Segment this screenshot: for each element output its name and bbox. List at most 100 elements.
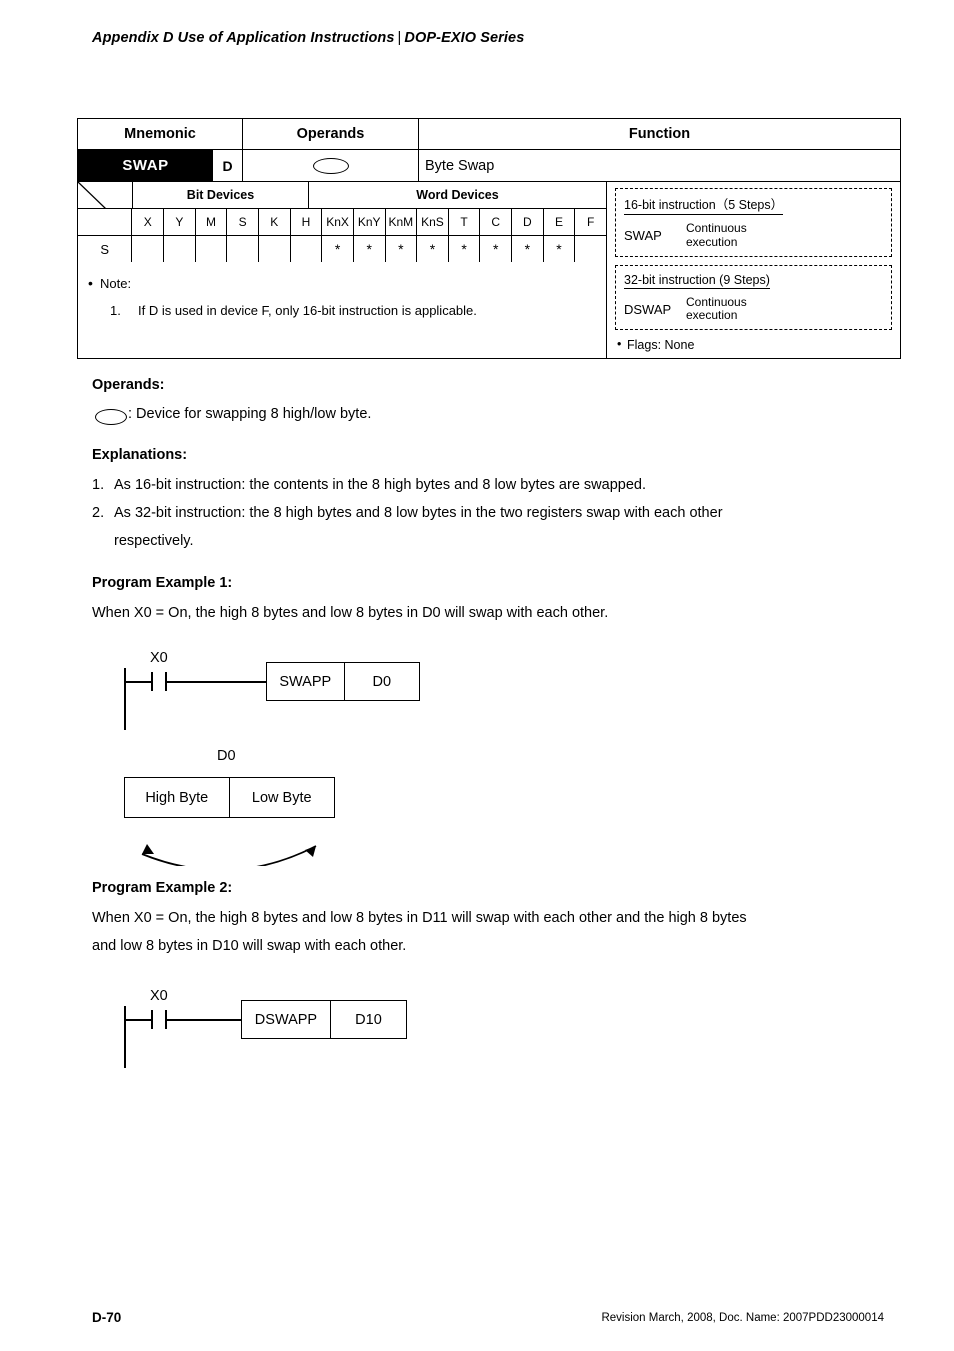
example1-title: Program Example 1:	[92, 575, 233, 591]
explanation-item-1-number: 1.	[92, 477, 105, 493]
example1-instruction-box: SWAPP D0	[266, 662, 420, 701]
header-separator: |	[397, 30, 402, 46]
power-rail	[124, 668, 126, 730]
instruction-16bit-title: 16-bit instruction（5 Steps）	[624, 194, 784, 215]
device-mark-knm: *	[386, 236, 418, 262]
operand-symbol-cell	[243, 150, 419, 181]
operand-letter: D	[213, 150, 243, 181]
device-col-knx: KnX	[322, 209, 354, 235]
example2-instruction-name: DSWAPP	[242, 1001, 331, 1038]
explanation-item-2-text: As 32-bit instruction: the 8 high bytes …	[114, 505, 723, 521]
footer-page-number: D-70	[92, 1310, 122, 1325]
example2-instruction-box: DSWAPP D10	[241, 1000, 407, 1039]
flags-text: Flags: None	[617, 337, 892, 352]
instruction-variants-pane: 16-bit instruction（5 Steps） SWAP Continu…	[607, 182, 900, 358]
device-col-knm: KnM	[386, 209, 418, 235]
device-row-label: S	[78, 236, 133, 262]
instruction-table-body: Bit Devices Word Devices X Y M S K H KnX…	[78, 182, 900, 359]
page-header: Appendix D Use of Application Instructio…	[92, 30, 524, 46]
device-mark-m	[196, 236, 228, 262]
function-value: Byte Swap	[425, 157, 495, 174]
footer-revision: Revision March, 2008, Doc. Name: 2007PDD…	[601, 1312, 884, 1324]
note-item-1: 1. If D is used in device F, only 16-bit…	[110, 303, 606, 318]
column-header-function: Function	[628, 126, 691, 142]
example2-ladder-diagram: X0 DSWAPP D10	[124, 988, 444, 1068]
device-col-s: S	[227, 209, 259, 235]
example2-title: Program Example 2:	[92, 880, 233, 896]
explanation-item-2: 2. As 32-bit instruction: the 8 high byt…	[92, 505, 723, 521]
device-mark-f	[575, 236, 606, 262]
instruction-32bit-title: 32-bit instruction (9 Steps)	[624, 272, 770, 289]
instruction-32bit-name: DSWAP	[624, 301, 672, 317]
example1-description: When X0 = On, the high 8 bytes and low 8…	[92, 605, 609, 621]
device-col-h: H	[291, 209, 323, 235]
device-group-header: Bit Devices Word Devices	[78, 182, 606, 209]
device-col-m: M	[196, 209, 228, 235]
ellipse-icon	[312, 157, 349, 174]
header-left: Appendix D Use of Application Instructio…	[92, 30, 395, 46]
device-col-kny: KnY	[354, 209, 386, 235]
example1-register-label: D0	[217, 748, 236, 764]
contact-bar-left	[151, 672, 153, 691]
low-byte-cell: Low Byte	[251, 789, 312, 806]
instruction-32bit-row: DSWAP Continuous execution	[624, 295, 883, 324]
operands-description: : Device for swapping 8 high/low byte.	[128, 406, 372, 422]
operands-title: Operands:	[92, 377, 165, 393]
device-mark-y	[164, 236, 196, 262]
column-header-mnemonic: Mnemonic	[78, 119, 243, 149]
device-mark-kny: *	[354, 236, 386, 262]
instruction-16bit-box: 16-bit instruction（5 Steps） SWAP Continu…	[615, 188, 892, 257]
instruction-row: SWAP D Byte Swap	[78, 150, 900, 182]
word-devices-label: Word Devices	[416, 188, 499, 202]
diagonal-cell-lower	[78, 209, 133, 235]
example2-description-line1: When X0 = On, the high 8 bytes and low 8…	[92, 910, 747, 926]
document-page: Appendix D Use of Application Instructio…	[0, 0, 954, 1351]
explanation-item-1-text: As 16-bit instruction: the contents in t…	[114, 477, 646, 493]
bit-devices-label: Bit Devices	[133, 182, 309, 208]
instruction-table-header-row: Mnemonic Operands Function	[78, 119, 900, 150]
example1-instruction-name: SWAPP	[267, 663, 345, 700]
device-col-t: T	[449, 209, 481, 235]
device-mark-k	[259, 236, 291, 262]
column-header-operands: Operands	[243, 119, 419, 149]
device-mark-knx: *	[322, 236, 354, 262]
device-mark-x	[132, 236, 165, 262]
rung-wire-left	[124, 681, 151, 683]
device-col-k: K	[259, 209, 291, 235]
device-pane: Bit Devices Word Devices X Y M S K H KnX…	[78, 182, 607, 359]
instruction-16bit-execution: Continuous execution	[686, 221, 747, 249]
device-mark-c: *	[480, 236, 513, 262]
instruction-16bit-name: SWAP	[624, 228, 662, 244]
device-col-c: C	[480, 209, 513, 235]
explanation-item-2-number: 2.	[92, 505, 105, 521]
device-mark-h	[291, 236, 323, 262]
example1-ladder-diagram: X0 SWAPP D0	[124, 650, 444, 730]
device-col-y: Y	[164, 209, 196, 235]
instruction-16bit-row: SWAP Continuous execution	[624, 221, 883, 250]
example1-contact-label: X0	[150, 650, 168, 666]
contact-bar-left-2	[151, 1010, 153, 1029]
device-mark-kns: *	[417, 236, 449, 262]
device-col-e: E	[544, 209, 576, 235]
note-block: Note: 1. If D is used in device F, only …	[78, 262, 606, 328]
device-row-s: S * * * * * * * *	[78, 236, 606, 262]
instruction-32bit-box: 32-bit instruction (9 Steps) DSWAP Conti…	[615, 264, 892, 331]
swap-arrow-icon	[141, 844, 317, 866]
example2-contact-label: X0	[150, 988, 168, 1004]
mnemonic-value: SWAP	[78, 150, 213, 181]
header-right: DOP-EXIO Series	[404, 30, 525, 46]
rung-wire-right	[165, 681, 266, 683]
instruction-table: Mnemonic Operands Function SWAP D Byte S…	[77, 118, 901, 360]
explanation-item-2-continuation: respectively.	[114, 533, 194, 549]
device-col-d: D	[512, 209, 544, 235]
device-mark-e: *	[544, 236, 576, 262]
example1-instruction-operand: D0	[372, 673, 392, 690]
device-col-x: X	[132, 209, 165, 235]
rung-wire-left-2	[124, 1019, 151, 1021]
device-mark-d: *	[512, 236, 544, 262]
device-mark-s	[227, 236, 259, 262]
explanations-title: Explanations:	[92, 447, 188, 463]
example1-byte-box: High Byte Low Byte	[124, 777, 335, 818]
note-item-text: If D is used in device F, only 16-bit in…	[138, 303, 477, 318]
rung-wire-right-2	[165, 1019, 241, 1021]
